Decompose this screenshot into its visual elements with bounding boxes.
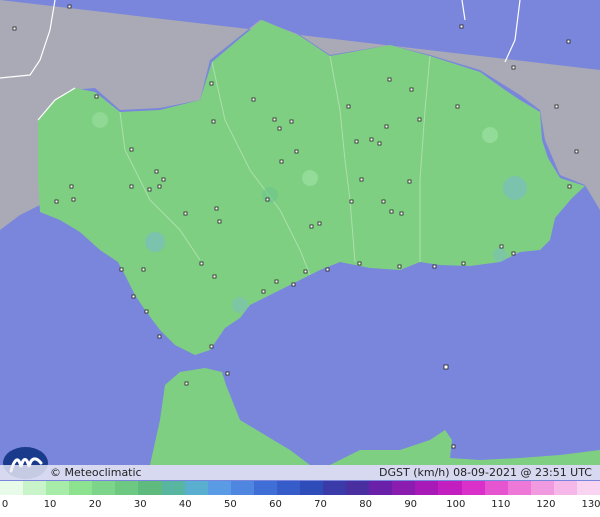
scale-cell — [230, 481, 254, 495]
scale-cell — [576, 481, 600, 495]
color-scale-legend: 0 10 20 30 40 50 60 70 80 90 100 110 120 130 — [0, 481, 600, 517]
scale-cell — [415, 481, 439, 495]
scale-tick-label: 30 — [133, 499, 147, 510]
scale-tick-label: 10 — [43, 499, 57, 510]
scale-cell — [23, 481, 47, 495]
scale-cell — [115, 481, 139, 495]
scale-cell — [438, 481, 462, 495]
scale-cell — [553, 481, 577, 495]
attribution-bar: © Meteoclimatic DGST (km/h) 08-09-2021 @… — [0, 465, 600, 480]
scale-tick-label: 0 — [1, 499, 9, 510]
scale-tick-label: 80 — [359, 499, 372, 510]
scale-cell — [300, 481, 324, 495]
scale-cell — [323, 481, 347, 495]
scale-tick-label: 40 — [178, 499, 192, 510]
scale-cell — [184, 481, 208, 495]
scale-tick-label: 60 — [269, 499, 282, 510]
scale-cell — [346, 481, 370, 495]
scale-cell — [484, 481, 508, 495]
scale-tick-label: 130 — [581, 499, 600, 510]
scale-cell — [276, 481, 301, 495]
map[interactable] — [0, 0, 600, 465]
scale-cell — [46, 481, 70, 495]
scale-cell — [392, 481, 416, 495]
scale-tick-label: 110 — [491, 499, 511, 510]
scale-cell — [92, 481, 116, 495]
scale-cell — [207, 481, 231, 495]
scale-tick-label: 120 — [536, 499, 556, 510]
caption-text: DGST (km/h) 08-09-2021 @ 23:51 UTC — [379, 466, 592, 479]
scale-tick-label: 90 — [404, 499, 418, 510]
scale-cell — [507, 481, 531, 495]
scale-tick-label: 20 — [88, 499, 102, 510]
attribution-text: © Meteoclimatic — [50, 466, 142, 479]
scale-tick-label: 50 — [224, 499, 237, 510]
scale-cell — [369, 481, 393, 495]
color-scale-ticks: 0 10 20 30 40 50 60 70 80 90 100 110 120 130 — [0, 497, 600, 517]
scale-cell — [253, 481, 277, 495]
scale-tick-label: 70 — [314, 499, 327, 510]
map-container: © Meteoclimatic DGST (km/h) 08-09-2021 @… — [0, 0, 600, 517]
scale-cell — [138, 481, 162, 495]
scale-tick-label: 100 — [446, 499, 466, 510]
scale-cell — [69, 481, 93, 495]
scale-cell — [161, 481, 185, 495]
scale-cell — [0, 481, 24, 495]
color-scale-bar — [0, 481, 600, 495]
scale-cell — [530, 481, 554, 495]
scale-cell — [461, 481, 485, 495]
